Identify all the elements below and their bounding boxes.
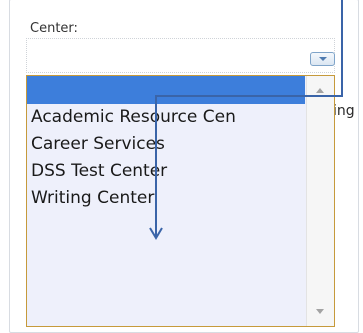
option-blank[interactable] xyxy=(27,76,305,104)
chevron-down-icon xyxy=(319,57,327,61)
scroll-up-arrow-icon[interactable] xyxy=(316,88,324,93)
listbox-scrollbar[interactable] xyxy=(306,76,334,326)
center-dropdown-button[interactable] xyxy=(310,52,335,66)
listbox-options: Academic Resource Cen Career Services DS… xyxy=(27,76,305,326)
option-dss-test-center[interactable]: DSS Test Center xyxy=(27,158,305,185)
scroll-down-arrow-icon[interactable] xyxy=(316,309,324,314)
center-field[interactable] xyxy=(26,38,335,73)
center-listbox[interactable]: Academic Resource Cen Career Services DS… xyxy=(26,75,335,327)
partial-label-text: ing xyxy=(333,103,355,119)
option-writing-center[interactable]: Writing Center xyxy=(27,185,305,212)
option-academic-resource-center[interactable]: Academic Resource Cen xyxy=(27,104,305,131)
center-label: Center: xyxy=(30,21,78,36)
option-career-services[interactable]: Career Services xyxy=(27,131,305,158)
